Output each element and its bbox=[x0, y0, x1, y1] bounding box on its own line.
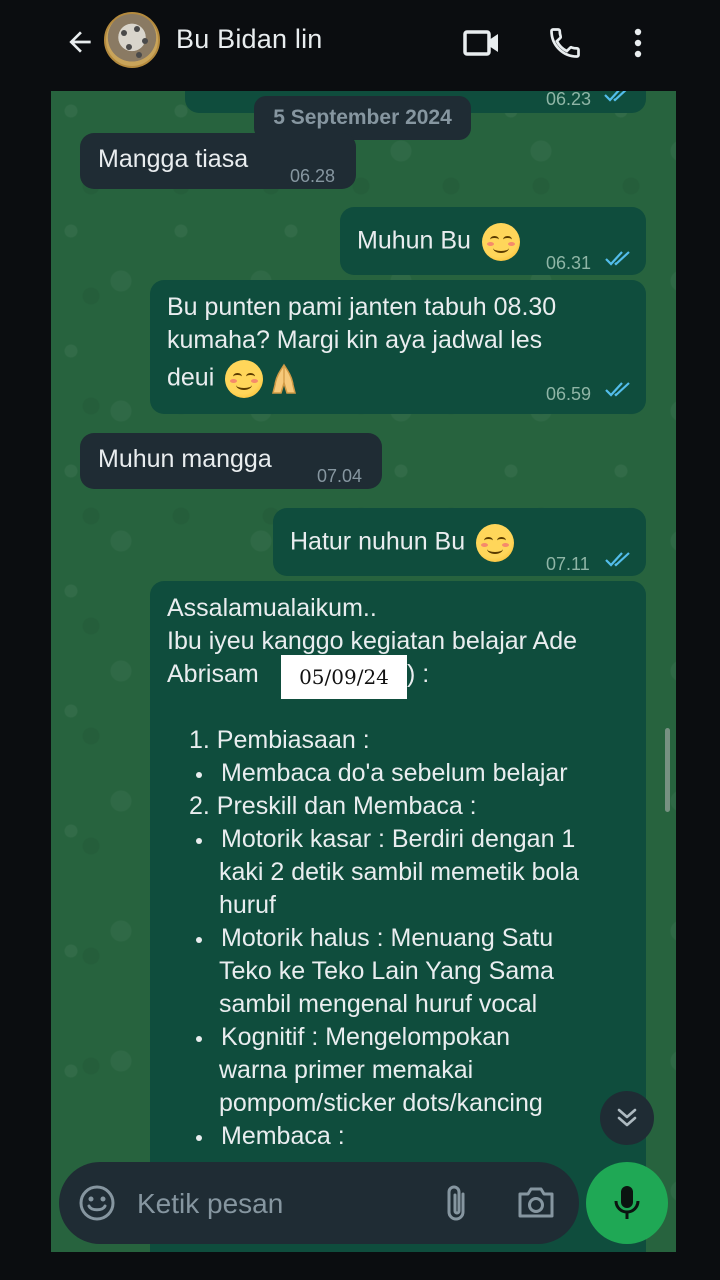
list-item: Motorik halus : Menuang Satu bbox=[221, 924, 554, 952]
more-options-button[interactable] bbox=[616, 18, 660, 68]
message-bubble-incoming[interactable]: Mangga tiasa 06.28 bbox=[80, 133, 356, 189]
message-text-line: Abrisam bbox=[167, 660, 259, 688]
message-time: 06.59 bbox=[546, 384, 592, 404]
message-bubble-outgoing[interactable]: Assalamualaikum.. Ibu iyeu kanggo kegiat… bbox=[150, 581, 646, 1252]
chat-header: Bu Bidan lin bbox=[0, 0, 720, 88]
double-tick-icon bbox=[604, 91, 627, 102]
list-item: Kognitif : Mengelompokan bbox=[221, 1023, 511, 1051]
message-time: 07.04 bbox=[317, 466, 363, 486]
message-time: 06.23 bbox=[546, 91, 592, 109]
message-bubble-outgoing[interactable]: Muhun Bu 06.31 bbox=[340, 207, 646, 275]
contact-name[interactable]: Bu Bidan lin bbox=[176, 24, 323, 55]
phone-call-icon bbox=[550, 28, 580, 58]
list-item: Membaca : bbox=[221, 1122, 345, 1150]
list-bullet bbox=[196, 838, 202, 844]
message-input[interactable] bbox=[135, 1182, 429, 1226]
system-navigation-bar bbox=[0, 1252, 720, 1280]
message-bubble-outgoing[interactable]: Bu punten pami janten tabuh 08.30 kumaha… bbox=[150, 280, 646, 414]
camera-icon[interactable] bbox=[514, 1182, 558, 1224]
list-item-continued: huruf bbox=[219, 891, 276, 919]
message-composer bbox=[59, 1162, 579, 1244]
double-tick-icon bbox=[605, 552, 630, 567]
list-bullet bbox=[196, 1036, 202, 1042]
smiling-face-emoji bbox=[481, 223, 520, 261]
list-bullet bbox=[196, 772, 202, 778]
message-bubble-incoming[interactable]: Muhun mangga 07.04 bbox=[80, 433, 382, 489]
video-call-icon bbox=[463, 30, 498, 56]
list-bullet bbox=[196, 937, 202, 943]
message-text-line: kumaha? Margi kin aya jadwal les bbox=[167, 326, 543, 354]
list-item-continued: kaki 2 detik sambil memetik bola bbox=[219, 858, 579, 886]
message-text-line: ) : bbox=[407, 660, 430, 688]
back-arrow-icon bbox=[69, 31, 91, 53]
voice-call-button[interactable] bbox=[540, 18, 590, 68]
message-time: 07.11 bbox=[546, 554, 590, 574]
redacted-date-box: 05/09/24 bbox=[281, 655, 407, 699]
video-call-button[interactable] bbox=[458, 20, 506, 66]
message-text: Mangga tiasa bbox=[98, 145, 249, 173]
list-heading: 1. Pembiasaan : bbox=[189, 726, 370, 754]
emoji-icon[interactable] bbox=[77, 1183, 117, 1223]
folded-hands-emoji bbox=[272, 363, 297, 394]
list-item: Motorik kasar : Berdiri dengan 1 bbox=[221, 825, 576, 853]
scrollbar[interactable] bbox=[665, 728, 670, 812]
voice-message-button[interactable] bbox=[586, 1162, 668, 1244]
message-time: 06.28 bbox=[290, 166, 336, 186]
list-item-continued: pompom/sticker dots/kancing bbox=[219, 1089, 543, 1117]
list-item: Membaca do'a sebelum belajar bbox=[221, 759, 568, 787]
message-text: Hatur nuhun Bu bbox=[290, 524, 515, 562]
double-tick-icon bbox=[605, 251, 630, 266]
message-text: Muhun Bu bbox=[357, 223, 520, 261]
mic-icon bbox=[614, 1186, 640, 1219]
message-bubble-outgoing[interactable]: Hatur nuhun Bu 07.11 bbox=[273, 508, 646, 576]
back-button[interactable] bbox=[56, 18, 104, 66]
list-item-continued: sambil mengenal huruf vocal bbox=[219, 990, 538, 1018]
smiling-face-emoji bbox=[476, 524, 515, 562]
message-text-line: deui bbox=[167, 360, 301, 398]
phone-screen: Bu Bidan lin 06.23 5 September 2024 Mang… bbox=[0, 0, 720, 1280]
message-text-line: Ibu iyeu kanggo kegiatan belajar Ade bbox=[167, 627, 578, 655]
scroll-to-bottom-button[interactable] bbox=[600, 1091, 654, 1145]
list-item-continued: warna primer memakai bbox=[219, 1056, 474, 1084]
more-options-icon bbox=[634, 28, 642, 58]
smiling-face-emoji bbox=[225, 360, 264, 398]
message-time: 06.31 bbox=[546, 253, 592, 273]
list-heading: 2. Preskill dan Membaca : bbox=[189, 792, 477, 820]
attach-icon[interactable] bbox=[437, 1182, 477, 1226]
list-bullet bbox=[196, 1135, 202, 1141]
message-text: Muhun mangga bbox=[98, 445, 272, 473]
message-text-line: Bu punten pami janten tabuh 08.30 bbox=[167, 293, 557, 321]
double-tick-icon bbox=[605, 382, 630, 397]
list-item-continued: Teko ke Teko Lain Yang Sama bbox=[219, 957, 554, 985]
scroll-down-icon bbox=[617, 1108, 637, 1127]
chat-area[interactable]: 06.23 5 September 2024 Mangga tiasa 06.2… bbox=[51, 91, 676, 1252]
message-text-line: Assalamualaikum.. bbox=[167, 594, 377, 622]
avatar[interactable] bbox=[104, 12, 160, 68]
